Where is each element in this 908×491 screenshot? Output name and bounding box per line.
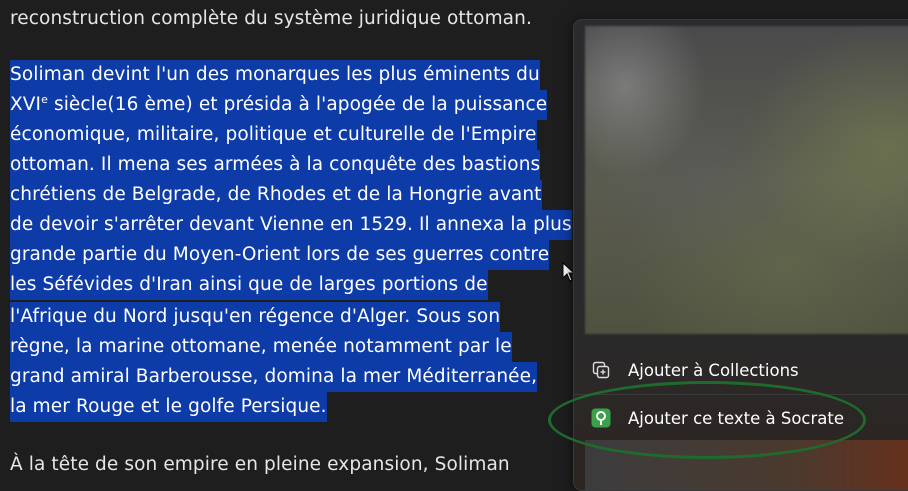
selected-line[interactable]: ottoman. Il mena ses armées à la conquêt… bbox=[10, 150, 541, 180]
century-superscript: e bbox=[41, 93, 48, 106]
selected-line[interactable]: grand amiral Barberousse, domina la mer … bbox=[10, 362, 538, 392]
selected-line[interactable]: économique, militaire, politique et cult… bbox=[10, 120, 537, 150]
context-menu: Ajouter à Collections Ajouter ce texte à… bbox=[573, 19, 908, 491]
menu-item-label: Ajouter ce texte à Socrate bbox=[628, 408, 845, 428]
paragraph-line: À la tête de son empire en pleine expans… bbox=[10, 454, 510, 475]
selected-line[interactable]: chrétiens de Belgrade, de Rhodes et de l… bbox=[10, 180, 542, 210]
menu-bottom-preview bbox=[585, 440, 908, 490]
collections-add-icon bbox=[590, 359, 612, 381]
selection-preview-image bbox=[585, 26, 908, 334]
selected-line[interactable]: la mer Rouge et le golfe Persique. bbox=[10, 392, 327, 422]
add-text-to-socrate-menu-item[interactable]: Ajouter ce texte à Socrate bbox=[574, 396, 908, 440]
selected-line[interactable]: l'Afrique du Nord jusqu'en régence d'Alg… bbox=[10, 302, 501, 332]
selected-line[interactable]: Soliman devint l'un des monarques les pl… bbox=[10, 60, 540, 90]
selected-line[interactable]: de devoir s'arrêter devant Vienne en 152… bbox=[10, 210, 572, 240]
selected-line[interactable]: grande partie du Moyen-Orient lors de se… bbox=[10, 240, 550, 270]
menu-item-label: Ajouter à Collections bbox=[628, 360, 799, 380]
socrate-tree-icon bbox=[590, 407, 612, 429]
menu-divider bbox=[574, 394, 908, 395]
selected-line-text: siècle(16 ème) et présida à l'apogée de … bbox=[53, 94, 548, 115]
selected-line[interactable]: XVIe siècle(16 ème) et présida à l'apogé… bbox=[10, 90, 548, 120]
paragraph-line: reconstruction complète du système jurid… bbox=[10, 8, 532, 29]
century-roman: XVI bbox=[10, 94, 42, 115]
selected-line[interactable]: règne, la marine ottomane, menée notamme… bbox=[10, 332, 512, 362]
add-to-collections-menu-item[interactable]: Ajouter à Collections bbox=[574, 348, 908, 392]
selected-line[interactable]: les Séfévides d'Iran ainsi que de larges… bbox=[10, 270, 488, 300]
